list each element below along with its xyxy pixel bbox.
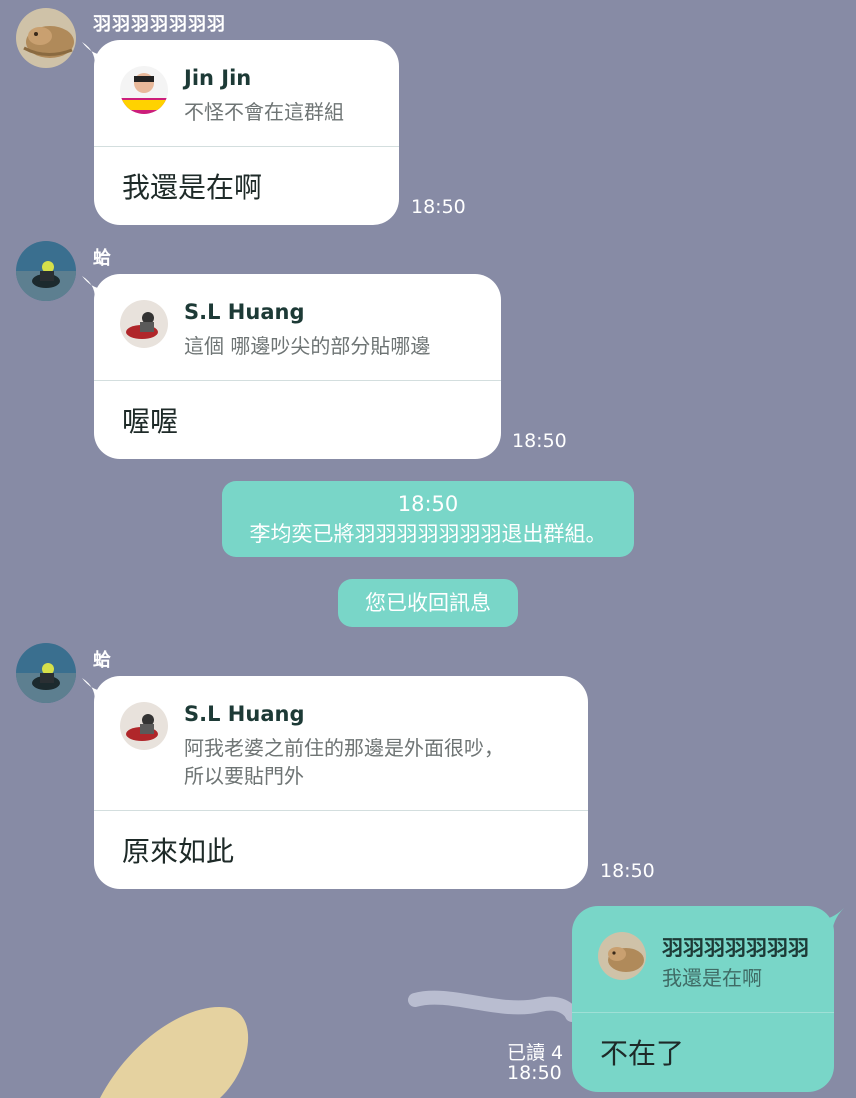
sender-name: 蛤	[93, 248, 112, 269]
message-text: 不在了	[600, 1037, 685, 1070]
message-time: 18:50	[411, 196, 466, 218]
reply-message-bubble[interactable]: Jin Jin 不怪不會在這群組 我還是在啊	[94, 40, 399, 225]
message-time: 18:50	[507, 1062, 562, 1084]
my-reply-message-bubble[interactable]: 羽羽羽羽羽羽羽 我還是在啊 不在了	[572, 906, 834, 1092]
quoted-text: 這個 哪邊吵尖的部分貼哪邊	[184, 334, 431, 358]
motorcycle-rider-avatar-icon	[16, 643, 76, 703]
quoted-sender-name: 羽羽羽羽羽羽羽	[662, 936, 809, 960]
quoted-avatar	[598, 932, 646, 980]
quoted-text: 我還是在啊	[662, 966, 762, 990]
bearded-dragon-avatar-icon	[16, 8, 76, 68]
motorcycle-avatar-icon	[120, 300, 168, 348]
sender-name: 蛤	[93, 650, 112, 671]
motorcycle-rider-avatar-icon	[16, 241, 76, 301]
system-notice-member-removed: 18:50 李均奕已將羽羽羽羽羽羽羽退出群組。	[222, 481, 634, 557]
motorcycle-avatar-icon	[120, 702, 168, 750]
quoted-text: 不怪不會在這群組	[184, 100, 344, 124]
quoted-message[interactable]: Jin Jin 不怪不會在這群組	[94, 40, 399, 147]
quoted-avatar	[120, 66, 168, 114]
quoted-sender-name: Jin Jin	[184, 66, 252, 90]
read-receipt: 已讀 4	[507, 1042, 564, 1064]
system-notice-time: 18:50	[397, 492, 459, 516]
quoted-avatar	[120, 300, 168, 348]
sender-name: 羽羽羽羽羽羽羽	[93, 14, 226, 35]
system-notice-text: 李均奕已將羽羽羽羽羽羽羽退出群組。	[249, 522, 607, 546]
quoted-message[interactable]: 羽羽羽羽羽羽羽 我還是在啊	[572, 906, 834, 1013]
sender-avatar[interactable]	[16, 241, 76, 301]
quoted-sender-name: S.L Huang	[184, 702, 305, 726]
reply-message-bubble[interactable]: S.L Huang 阿我老婆之前住的那邊是外面很吵， 所以要貼門外 原來如此	[94, 676, 588, 889]
quoted-avatar	[120, 702, 168, 750]
system-notice-unsent: 您已收回訊息	[338, 579, 518, 627]
sender-avatar[interactable]	[16, 8, 76, 68]
quoted-message[interactable]: S.L Huang 阿我老婆之前住的那邊是外面很吵， 所以要貼門外	[94, 676, 588, 811]
message-text: 我還是在啊	[122, 171, 263, 204]
quoted-message[interactable]: S.L Huang 這個 哪邊吵尖的部分貼哪邊	[94, 274, 501, 381]
person-avatar-icon	[120, 66, 168, 114]
quoted-text: 阿我老婆之前住的那邊是外面很吵， 所以要貼門外	[184, 736, 504, 788]
sender-avatar[interactable]	[16, 643, 76, 703]
message-text: 原來如此	[122, 835, 235, 868]
bearded-dragon-avatar-icon	[598, 932, 646, 980]
reply-message-bubble[interactable]: S.L Huang 這個 哪邊吵尖的部分貼哪邊 喔喔	[94, 274, 501, 459]
message-text: 喔喔	[122, 405, 179, 438]
message-time: 18:50	[600, 860, 655, 882]
message-time: 18:50	[512, 430, 567, 452]
quoted-sender-name: S.L Huang	[184, 300, 305, 324]
